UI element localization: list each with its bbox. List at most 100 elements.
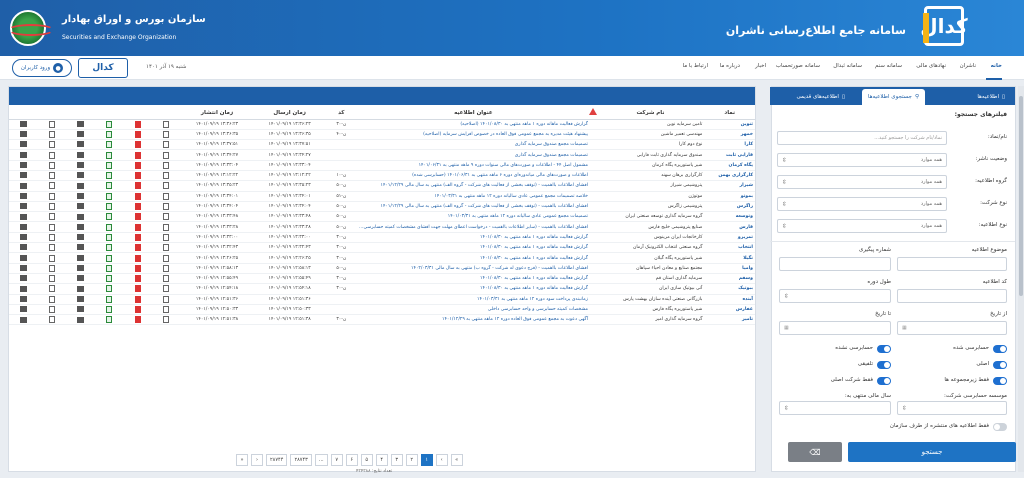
announcement-title-link[interactable]: مشمول اصل ۴۴ - اطلاعات و صورت‌های مالی س… bbox=[356, 160, 590, 171]
pdf-icon[interactable] bbox=[134, 213, 141, 221]
col-code[interactable]: کد bbox=[325, 107, 357, 120]
document-icon[interactable] bbox=[163, 203, 170, 211]
codal-button[interactable]: کدال bbox=[78, 58, 128, 78]
table-row[interactable]: وسقم سرمایه گذاری استان قم گزارش فعالیت ما… bbox=[9, 273, 755, 285]
attachment-icon[interactable] bbox=[19, 234, 27, 241]
auditor-select[interactable]: ⇳ bbox=[897, 401, 1007, 415]
search-button[interactable]: جستجو bbox=[848, 442, 1016, 462]
excel-icon[interactable] bbox=[106, 182, 113, 190]
document-icon[interactable] bbox=[49, 141, 56, 149]
symbol-link[interactable]: نگیلا bbox=[704, 252, 755, 264]
document-icon[interactable] bbox=[163, 295, 170, 303]
from-date-input[interactable]: ▦ bbox=[897, 321, 1007, 335]
pdf-icon[interactable] bbox=[134, 233, 141, 241]
attachment-icon[interactable] bbox=[19, 172, 27, 179]
symbol-link[interactable]: پگاه کرمان bbox=[704, 160, 755, 171]
document-icon[interactable] bbox=[49, 203, 56, 211]
table-row[interactable]: خمهر مهندسی تعمیر ماشین پیشنهاد هیئت مدیره… bbox=[9, 129, 755, 141]
page-button[interactable]: ۷ bbox=[330, 454, 343, 466]
table-row[interactable]: بموتو موتوژن خلاصه تصمیمات مجمع عمومی عادی… bbox=[9, 191, 755, 202]
page-button[interactable]: ... bbox=[314, 454, 328, 466]
document-icon[interactable] bbox=[49, 233, 56, 241]
attachment-icon[interactable] bbox=[77, 120, 85, 127]
attachment-icon[interactable] bbox=[77, 141, 85, 148]
attachment-icon[interactable] bbox=[77, 265, 85, 272]
symbol-link[interactable]: خمهر bbox=[704, 129, 755, 141]
symbol-link[interactable]: غفارس bbox=[704, 304, 755, 316]
status-select[interactable]: همه موارد ⇳ bbox=[777, 153, 947, 167]
page-button[interactable]: ۲۸۷۴۴ bbox=[266, 454, 288, 466]
attachment-icon[interactable] bbox=[19, 254, 27, 261]
announcement-title-link[interactable]: آگهی دعوت به مجمع عمومی فوق العاده دوره … bbox=[356, 314, 590, 326]
subject-input[interactable] bbox=[897, 257, 1007, 271]
excel-icon[interactable] bbox=[106, 141, 113, 149]
codal-logo[interactable]: کدال bbox=[920, 6, 968, 46]
attachment-icon[interactable] bbox=[77, 203, 85, 210]
pdf-icon[interactable] bbox=[134, 192, 141, 200]
audited-toggle[interactable] bbox=[993, 345, 1007, 353]
attachment-icon[interactable] bbox=[19, 213, 27, 220]
document-icon[interactable] bbox=[163, 223, 170, 231]
document-icon[interactable] bbox=[49, 305, 56, 313]
tab-search-announcements[interactable]: ⚲ جستجوی اطلاعیه‌ها bbox=[861, 89, 925, 105]
document-icon[interactable] bbox=[49, 130, 56, 138]
pdf-icon[interactable] bbox=[134, 130, 141, 138]
excel-icon[interactable] bbox=[106, 244, 113, 252]
pdf-icon[interactable] bbox=[134, 275, 141, 283]
announcement-title-link[interactable]: افشای اطلاعات بااهمیت - (سایر اطلاعات با… bbox=[356, 221, 590, 233]
document-icon[interactable] bbox=[163, 254, 170, 262]
login-button[interactable]: ● ورود کاربران bbox=[12, 59, 72, 77]
excel-icon[interactable] bbox=[106, 172, 113, 180]
document-icon[interactable] bbox=[49, 244, 56, 252]
document-icon[interactable] bbox=[49, 182, 56, 190]
attachment-icon[interactable] bbox=[77, 182, 85, 189]
col-publish-time[interactable]: زمان انتشار bbox=[180, 107, 254, 120]
attachment-icon[interactable] bbox=[19, 265, 27, 272]
document-icon[interactable] bbox=[163, 182, 170, 190]
attachment-icon[interactable] bbox=[77, 244, 85, 251]
not-audited-toggle[interactable] bbox=[877, 345, 891, 353]
table-row[interactable]: وتوسعه گروه سرمایه گذاری توسعه صنعتی ایرا… bbox=[9, 211, 755, 223]
page-button[interactable]: ۳ bbox=[390, 454, 403, 466]
pdf-icon[interactable] bbox=[134, 316, 141, 324]
table-row[interactable]: شیراز پتروشیمی شیراز افشای اطلاعات بااهمیت… bbox=[9, 180, 755, 192]
excel-icon[interactable] bbox=[106, 316, 113, 324]
page-button[interactable]: » bbox=[236, 454, 248, 466]
nav-contact[interactable]: ارتباط با ما bbox=[683, 63, 708, 69]
org-only-toggle[interactable] bbox=[993, 423, 1007, 431]
attachment-icon[interactable] bbox=[77, 131, 85, 138]
nav-home[interactable]: خانه bbox=[991, 63, 1002, 69]
company-search-input[interactable]: نماد/نام شرکت را جستجو کنید... bbox=[777, 131, 947, 145]
pdf-icon[interactable] bbox=[134, 305, 141, 313]
document-icon[interactable] bbox=[163, 130, 170, 138]
pdf-icon[interactable] bbox=[134, 223, 141, 231]
announcement-title-link[interactable]: گزارش فعالیت ماهانه دوره ۱ ماهه منتهی به… bbox=[356, 273, 590, 285]
document-icon[interactable] bbox=[163, 172, 170, 180]
main-toggle[interactable] bbox=[993, 361, 1007, 369]
document-icon[interactable] bbox=[163, 120, 170, 128]
table-row[interactable]: انتخاب گروه صنعتی انتخاب الکترونیک آرمان گ… bbox=[9, 242, 755, 254]
attachment-icon[interactable] bbox=[19, 151, 27, 158]
nav-invoice[interactable]: سامانه صورتحساب bbox=[776, 63, 820, 69]
announcement-title-link[interactable]: گزارش فعالیت ماهانه دوره ۱ ماهه منتهی به… bbox=[356, 232, 590, 244]
pdf-icon[interactable] bbox=[134, 264, 141, 272]
table-row[interactable]: تامیر گروه سرمایه گذاری امیر آگهی دعوت به … bbox=[9, 314, 755, 326]
tab-announcements[interactable]: ▯ اطلاعیه‌ها bbox=[971, 89, 1011, 105]
nav-publishers[interactable]: ناشران bbox=[960, 63, 976, 69]
document-icon[interactable] bbox=[49, 151, 56, 159]
symbol-link[interactable]: فارس bbox=[704, 221, 755, 233]
symbol-link[interactable]: انتخاب bbox=[704, 242, 755, 254]
group-select[interactable]: همه موارد ⇳ bbox=[777, 175, 947, 189]
excel-icon[interactable] bbox=[106, 295, 113, 303]
page-button[interactable]: « bbox=[450, 454, 463, 466]
table-row[interactable]: ببوتیک آتی بیوتیک سازی ایران گزارش فعالیت … bbox=[9, 283, 755, 295]
attachment-icon[interactable] bbox=[19, 203, 27, 210]
attachment-icon[interactable] bbox=[19, 223, 27, 230]
symbol-link[interactable]: شیراز bbox=[704, 180, 755, 192]
page-button[interactable]: ۶ bbox=[345, 454, 358, 466]
nav-news[interactable]: اخبار bbox=[755, 63, 766, 69]
subsidiary-toggle[interactable] bbox=[993, 377, 1007, 385]
attachment-icon[interactable] bbox=[77, 151, 85, 158]
attachment-icon[interactable] bbox=[77, 192, 85, 199]
document-icon[interactable] bbox=[163, 141, 170, 149]
